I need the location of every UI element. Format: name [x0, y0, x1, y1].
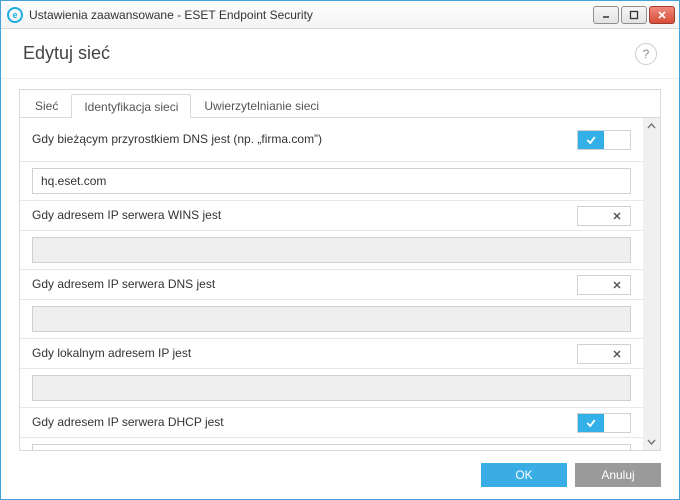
label-wins-ip: Gdy adresem IP serwera WINS jest — [32, 208, 577, 223]
toggle-handle — [578, 276, 604, 294]
tab-bar: Sieć Identyfikacja sieci Uwierzytelniani… — [20, 90, 660, 118]
check-icon — [578, 131, 604, 149]
page-title: Edytuj sieć — [23, 43, 635, 64]
content: Gdy bieżącym przyrostkiem DNS jest (np. … — [20, 118, 643, 450]
input-dhcp-ip[interactable] — [32, 444, 631, 450]
check-icon — [578, 414, 604, 432]
tab-uwierzytelnianie-sieci[interactable]: Uwierzytelnianie sieci — [191, 93, 332, 117]
row-local-ip: Gdy lokalnym adresem IP jest — [20, 339, 643, 369]
close-button[interactable] — [649, 6, 675, 24]
label-local-ip: Gdy lokalnym adresem IP jest — [32, 346, 577, 361]
window-controls — [593, 6, 675, 24]
label-dhcp-ip: Gdy adresem IP serwera DHCP jest — [32, 415, 577, 430]
scroll-area: Gdy bieżącym przyrostkiem DNS jest (np. … — [20, 118, 660, 450]
row-dns-suffix: Gdy bieżącym przyrostkiem DNS jest (np. … — [20, 118, 643, 162]
input-dns-ip — [32, 306, 631, 332]
input-row-dns-ip — [20, 300, 643, 339]
x-icon — [604, 345, 630, 363]
toggle-dns-suffix[interactable] — [577, 130, 631, 150]
scrollbar-track[interactable] — [643, 133, 660, 435]
help-button[interactable]: ? — [635, 43, 657, 65]
subheader: Edytuj sieć ? — [1, 29, 679, 79]
toggle-local-ip[interactable] — [577, 344, 631, 364]
tab-siec[interactable]: Sieć — [22, 93, 71, 117]
cancel-button[interactable]: Anuluj — [575, 463, 661, 487]
input-row-wins-ip — [20, 231, 643, 270]
row-wins-ip: Gdy adresem IP serwera WINS jest — [20, 201, 643, 231]
row-dns-ip: Gdy adresem IP serwera DNS jest — [20, 270, 643, 300]
toggle-handle — [578, 345, 604, 363]
input-row-local-ip — [20, 369, 643, 408]
input-row-dhcp-ip — [20, 438, 643, 450]
settings-panel: Sieć Identyfikacja sieci Uwierzytelniani… — [19, 89, 661, 451]
ok-button[interactable]: OK — [481, 463, 567, 487]
input-dns-suffix[interactable] — [32, 168, 631, 194]
input-row-dns-suffix — [20, 162, 643, 201]
toggle-dns-ip[interactable] — [577, 275, 631, 295]
x-icon — [604, 276, 630, 294]
tab-identyfikacja-sieci[interactable]: Identyfikacja sieci — [71, 94, 191, 118]
input-wins-ip — [32, 237, 631, 263]
toggle-handle — [578, 207, 604, 225]
titlebar: e Ustawienia zaawansowane - ESET Endpoin… — [1, 1, 679, 29]
scroll-down-icon[interactable] — [645, 435, 658, 448]
window: e Ustawienia zaawansowane - ESET Endpoin… — [0, 0, 680, 500]
app-icon: e — [7, 7, 23, 23]
toggle-wins-ip[interactable] — [577, 206, 631, 226]
label-dns-suffix: Gdy bieżącym przyrostkiem DNS jest (np. … — [32, 132, 577, 147]
row-dhcp-ip: Gdy adresem IP serwera DHCP jest — [20, 408, 643, 438]
toggle-handle — [604, 131, 630, 149]
scrollbar[interactable] — [643, 118, 660, 450]
toggle-handle — [604, 414, 630, 432]
label-dns-ip: Gdy adresem IP serwera DNS jest — [32, 277, 577, 292]
minimize-button[interactable] — [593, 6, 619, 24]
footer: OK Anuluj — [1, 451, 679, 499]
input-local-ip — [32, 375, 631, 401]
scroll-up-icon[interactable] — [645, 120, 658, 133]
maximize-button[interactable] — [621, 6, 647, 24]
x-icon — [604, 207, 630, 225]
window-title: Ustawienia zaawansowane - ESET Endpoint … — [29, 8, 593, 22]
toggle-dhcp-ip[interactable] — [577, 413, 631, 433]
